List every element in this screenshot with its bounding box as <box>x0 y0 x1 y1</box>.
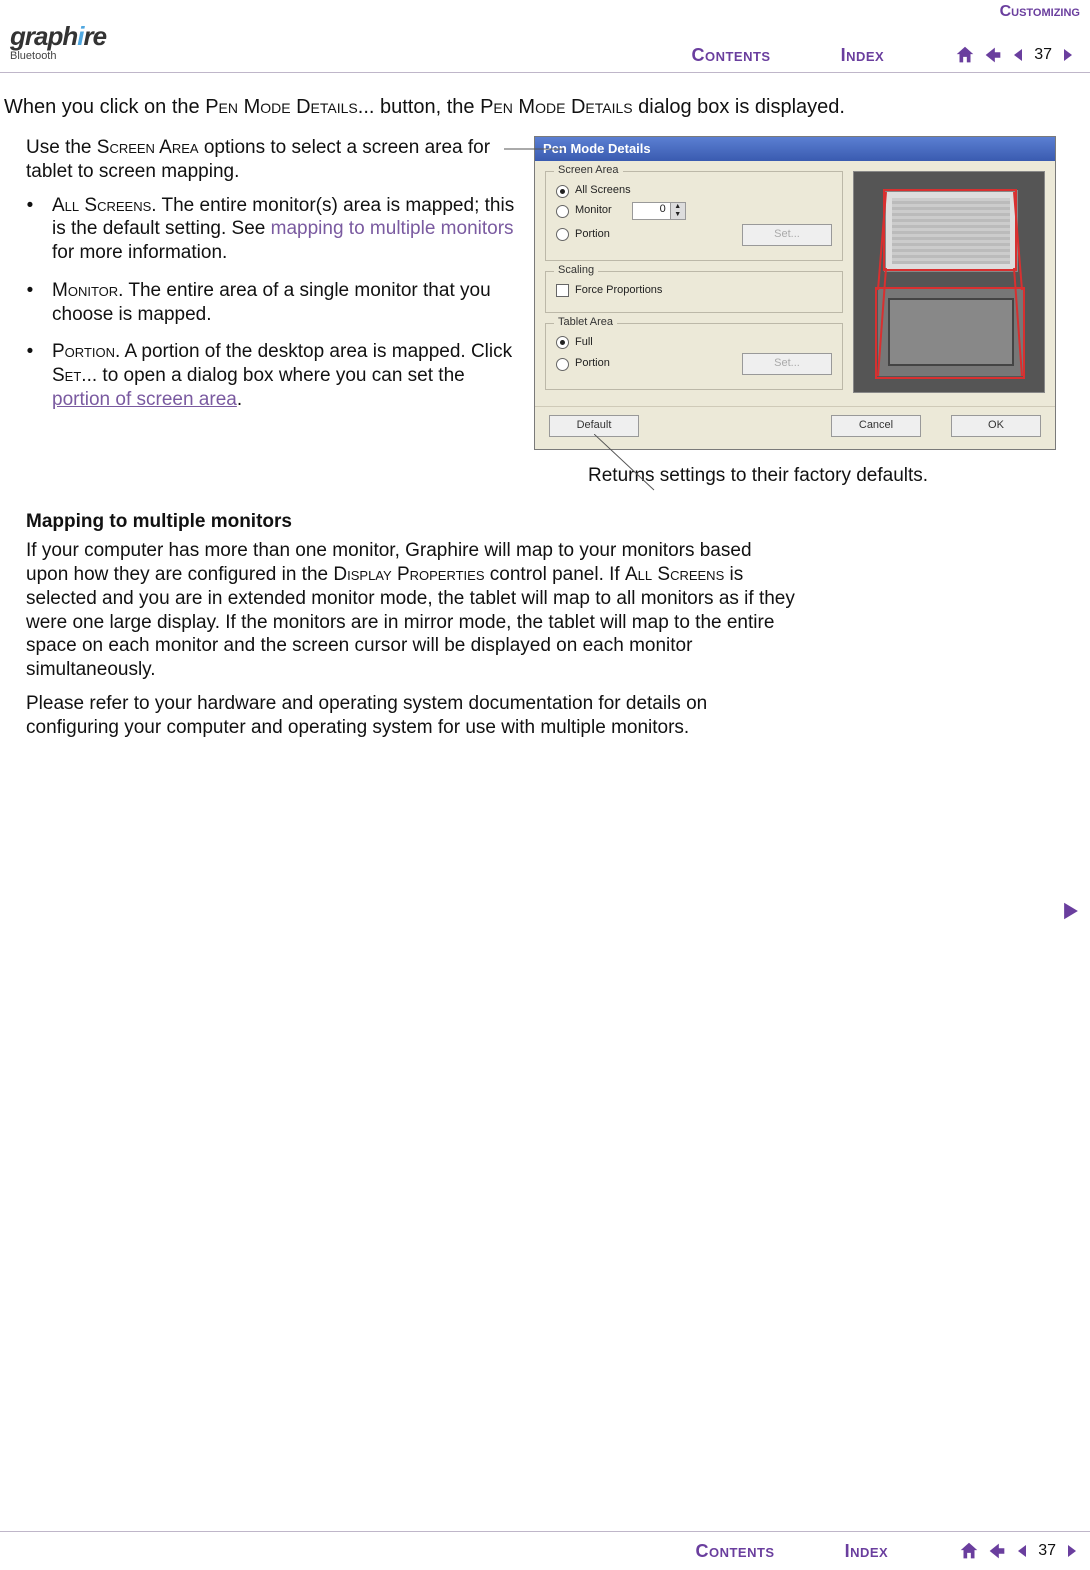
monitor-spinner[interactable]: 0▲▼ <box>632 202 686 220</box>
mapping-multiple-monitors-link[interactable]: mapping to multiple monitors <box>271 218 514 239</box>
side-next-arrow-icon[interactable] <box>1060 900 1082 922</box>
scaling-legend: Scaling <box>554 264 598 278</box>
mapping-preview <box>853 171 1045 393</box>
ok-button[interactable]: OK <box>951 415 1041 437</box>
page-number: 37 <box>1034 45 1052 65</box>
scaling-group: Scaling Force Proportions <box>545 271 843 313</box>
preview-screen <box>884 190 1018 272</box>
preview-tablet <box>876 286 1026 378</box>
footer-nav-cluster: 37 <box>958 1540 1080 1562</box>
set-screen-button[interactable]: Set... <box>742 224 832 246</box>
mapping-para-1: If your computer has more than one monit… <box>26 539 796 682</box>
tablet-area-legend: Tablet Area <box>554 316 617 330</box>
footer-index-link[interactable]: Index <box>845 1540 889 1563</box>
portion-of-screen-area-link[interactable]: portion of screen area <box>52 389 237 410</box>
logo: graphire Bluetooth <box>10 12 140 72</box>
index-link[interactable]: Index <box>841 44 885 67</box>
back-fat-arrow-icon[interactable] <box>982 44 1004 66</box>
screen-area-description: Use the Screen Area options to select a … <box>26 136 516 184</box>
bullet-portion: • Portion. A portion of the desktop area… <box>26 340 516 411</box>
force-proportions-checkbox[interactable]: Force Proportions <box>556 284 832 298</box>
prev-page-icon[interactable] <box>1010 47 1026 63</box>
footer-back-fat-arrow-icon[interactable] <box>986 1540 1008 1562</box>
home-icon[interactable] <box>954 44 976 66</box>
screen-area-group: Screen Area All Screens Monitor 0▲▼ Port… <box>545 171 843 261</box>
radio-portion[interactable]: Portion Set... <box>556 224 832 246</box>
page-header: graphire Bluetooth Contents Index 37 <box>0 0 1090 73</box>
pen-mode-details-dialog: Pen Mode Details Screen Area All Screens… <box>534 136 1056 450</box>
mapping-para-2: Please refer to your hardware and operat… <box>26 692 796 740</box>
screen-area-legend: Screen Area <box>554 164 623 178</box>
contents-link[interactable]: Contents <box>691 44 770 67</box>
tablet-area-group: Tablet Area Full Portion Set... <box>545 323 843 391</box>
logo-text-right: re <box>83 21 106 51</box>
logo-text-left: graph <box>10 21 77 51</box>
radio-full[interactable]: Full <box>556 336 832 350</box>
page-footer: Contents Index 37 <box>0 1531 1090 1563</box>
footer-next-page-icon[interactable] <box>1064 1543 1080 1559</box>
radio-monitor[interactable]: Monitor 0▲▼ <box>556 202 832 220</box>
set-tablet-button[interactable]: Set... <box>742 353 832 375</box>
footer-page-number: 37 <box>1038 1541 1056 1561</box>
cancel-button[interactable]: Cancel <box>831 415 921 437</box>
bullet-all-screens: • All Screens. The entire monitor(s) are… <box>26 194 516 265</box>
mapping-subhead: Mapping to multiple monitors <box>26 510 1080 534</box>
bullet-monitor: • Monitor. The entire area of a single m… <box>26 279 516 327</box>
radio-all-screens[interactable]: All Screens <box>556 184 832 198</box>
nav-cluster: 37 <box>954 44 1076 66</box>
next-page-icon[interactable] <box>1060 47 1076 63</box>
footer-contents-link[interactable]: Contents <box>695 1540 774 1563</box>
footer-home-icon[interactable] <box>958 1540 980 1562</box>
section-label[interactable]: Customizing <box>1000 2 1080 22</box>
logo-subtitle: Bluetooth <box>10 50 140 64</box>
top-nav: Contents Index 37 <box>140 44 1080 73</box>
intro-text: When you click on the Pen Mode Details..… <box>4 95 1080 120</box>
radio-tablet-portion[interactable]: Portion Set... <box>556 353 832 375</box>
footer-prev-page-icon[interactable] <box>1014 1543 1030 1559</box>
dialog-title: Pen Mode Details <box>535 137 1055 161</box>
